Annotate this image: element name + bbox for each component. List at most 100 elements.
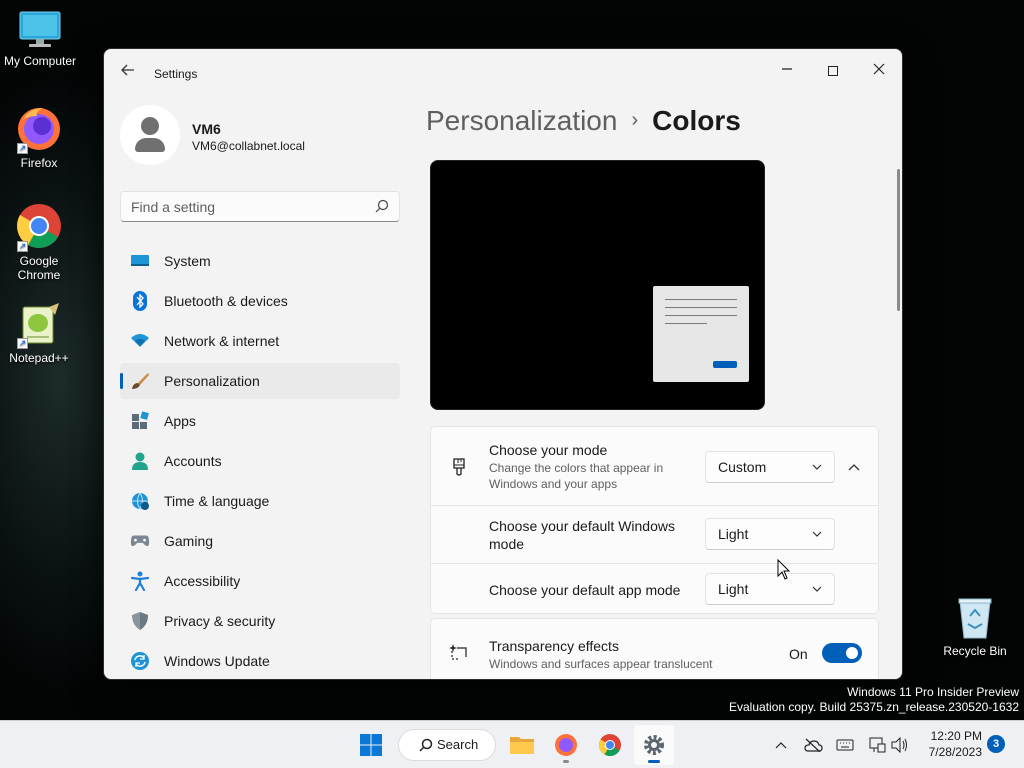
start-button[interactable] — [351, 725, 391, 765]
windows-mode-row: Choose your default Windows mode Light — [431, 506, 878, 564]
windows-mode-dropdown[interactable]: Light — [705, 518, 835, 550]
wifi-icon — [130, 331, 150, 351]
windows-logo-icon — [360, 734, 382, 756]
sidebar-item-windows-update[interactable]: Windows Update — [120, 643, 400, 679]
sidebar-item-label: Bluetooth & devices — [164, 293, 288, 309]
sidebar-item-personalization[interactable]: Personalization — [120, 363, 400, 399]
chevron-up-icon[interactable] — [844, 457, 864, 477]
clock-date: 7/28/2023 — [928, 745, 982, 759]
app-mode-title: Choose your default app mode — [489, 582, 681, 598]
keyboard-icon — [836, 739, 854, 751]
preview-window — [653, 286, 749, 382]
chrome-icon — [599, 734, 621, 756]
bluetooth-icon — [130, 291, 150, 311]
search-input[interactable] — [121, 192, 361, 221]
network-tray-button[interactable] — [867, 735, 887, 755]
transparency-description: Windows and surfaces appear translucent — [489, 657, 713, 671]
update-icon — [130, 651, 150, 671]
sidebar-item-network[interactable]: Network & internet — [120, 323, 400, 359]
choose-mode-row[interactable]: Choose your mode Change the colors that … — [431, 427, 878, 506]
chevron-down-icon — [812, 531, 822, 537]
sidebar-nav: System Bluetooth & devices Network & int… — [120, 243, 400, 679]
sidebar-item-label: Accounts — [164, 453, 222, 469]
sidebar-item-accessibility[interactable]: Accessibility — [120, 563, 400, 599]
taskbar-search-label: Search — [437, 737, 479, 752]
desktop-icon-label: My Computer — [3, 54, 77, 68]
sidebar-item-label: Windows Update — [164, 653, 270, 669]
watermark-line-1: Windows 11 Pro Insider Preview — [847, 685, 1019, 699]
taskbar-clock[interactable]: 12:20 PM 7/28/2023 — [918, 728, 982, 760]
taskbar-file-explorer[interactable] — [502, 725, 542, 765]
maximize-button[interactable] — [810, 55, 856, 85]
chevron-down-icon — [812, 464, 822, 470]
shield-icon — [130, 611, 150, 631]
choose-mode-description-2: Windows and your apps — [489, 477, 618, 491]
desktop-icon-chrome[interactable]: ↗ Google Chrome — [0, 202, 79, 282]
transparency-toggle[interactable] — [822, 643, 862, 663]
sidebar-item-label: Network & internet — [164, 333, 280, 349]
recycle-bin-icon — [955, 596, 995, 640]
shortcut-arrow-icon: ↗ — [17, 143, 28, 154]
show-hidden-icons-button[interactable] — [771, 735, 791, 755]
clock-time: 12:20 PM — [930, 729, 982, 743]
desktop-icon-label: Notepad++ — [9, 351, 69, 365]
brush-icon — [130, 371, 150, 391]
taskbar-chrome[interactable] — [590, 725, 630, 765]
settings-search[interactable] — [120, 191, 400, 222]
mode-dropdown[interactable]: Custom — [705, 451, 835, 483]
sidebar-item-label: Personalization — [164, 373, 260, 389]
accounts-icon — [130, 451, 150, 471]
search-icon — [419, 738, 433, 752]
sidebar-item-gaming[interactable]: Gaming — [120, 523, 400, 559]
desktop-icon-recycle-bin[interactable]: Recycle Bin — [935, 596, 1015, 658]
sidebar-item-privacy[interactable]: Privacy & security — [120, 603, 400, 639]
transparency-icon — [449, 644, 467, 660]
system-icon — [130, 251, 150, 271]
desktop-icon-notepadpp[interactable]: ↗ Notepad++ — [0, 303, 79, 365]
sidebar-item-system[interactable]: System — [120, 243, 400, 279]
desktop-icon-my-computer[interactable]: My Computer — [0, 10, 80, 68]
taskbar-search[interactable]: Search — [398, 729, 496, 761]
maximize-icon — [828, 66, 838, 77]
taskbar-settings[interactable] — [634, 725, 674, 765]
minimize-button[interactable] — [764, 55, 810, 85]
volume-icon — [891, 737, 907, 753]
volume-tray-button[interactable] — [890, 735, 910, 755]
sidebar-item-time-language[interactable]: Time & language — [120, 483, 400, 519]
sidebar-item-label: System — [164, 253, 211, 269]
minimize-icon — [782, 68, 792, 70]
avatar — [120, 105, 180, 165]
apps-icon — [130, 411, 150, 431]
evaluation-watermark: Windows 11 Pro Insider Preview Evaluatio… — [729, 685, 1019, 715]
network-ethernet-icon — [869, 737, 886, 753]
theme-preview — [430, 160, 765, 410]
content-scrollbar[interactable] — [897, 169, 900, 311]
sidebar-item-accounts[interactable]: Accounts — [120, 443, 400, 479]
paint-icon — [453, 458, 465, 476]
back-button[interactable] — [118, 63, 138, 83]
mode-card: Choose your mode Change the colors that … — [430, 426, 879, 614]
app-mode-value: Light — [718, 581, 749, 597]
chevron-up-icon — [775, 742, 787, 749]
onedrive-tray-button[interactable] — [803, 735, 823, 755]
close-icon — [873, 63, 885, 75]
breadcrumb-parent[interactable]: Personalization — [426, 105, 617, 136]
gamepad-icon — [130, 531, 150, 551]
user-profile[interactable] — [120, 105, 180, 165]
firefox-icon — [555, 734, 577, 756]
cloud-offline-icon — [804, 738, 823, 752]
close-button[interactable] — [856, 55, 902, 85]
sidebar-item-apps[interactable]: Apps — [120, 403, 400, 439]
taskbar-firefox[interactable] — [546, 725, 586, 765]
sidebar-item-label: Privacy & security — [164, 613, 276, 629]
transparency-title: Transparency effects — [489, 638, 619, 654]
firefox-icon: ↗ — [15, 104, 63, 154]
app-mode-dropdown[interactable]: Light — [705, 573, 835, 605]
search-icon[interactable] — [375, 199, 389, 213]
user-email: VM6@collabnet.local — [192, 139, 305, 153]
desktop-icon-firefox[interactable]: ↗ Firefox — [0, 104, 79, 170]
sidebar-item-bluetooth[interactable]: Bluetooth & devices — [120, 283, 400, 319]
notification-badge[interactable]: 3 — [987, 735, 1005, 753]
keyboard-tray-button[interactable] — [835, 735, 855, 755]
transparency-row: Transparency effects Windows and surface… — [431, 619, 878, 679]
